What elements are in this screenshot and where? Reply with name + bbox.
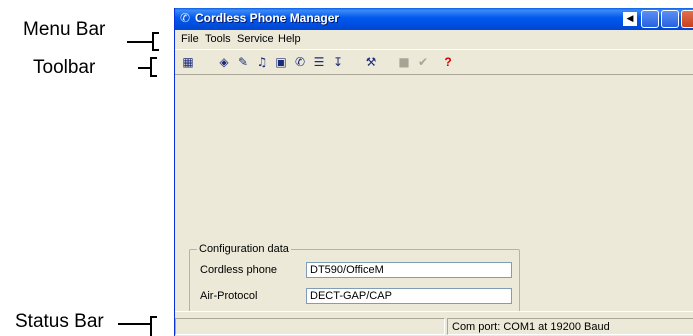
status-pane-com-port: Com port: COM1 at 19200 Baud [447, 318, 693, 335]
menu-service[interactable]: Service [237, 32, 274, 46]
help-icon[interactable]: ? [439, 53, 457, 71]
phone-app-icon: ✆ [180, 11, 191, 25]
menu-tools[interactable]: Tools [205, 32, 231, 46]
cordless-phone-field[interactable]: DT590/OfficeM [306, 262, 512, 278]
download-icon[interactable]: ↧ [329, 53, 347, 71]
back-arrow-icon[interactable]: ◀ [623, 12, 637, 26]
com-port-status: Com port: COM1 at 19200 Baud [452, 321, 610, 333]
configuration-data-group: Configuration data Cordless phone DT590/… [189, 242, 520, 313]
window-title: Cordless Phone Manager [195, 11, 340, 25]
status-pane-main [175, 318, 445, 335]
wrench-icon[interactable]: ⚒ [362, 53, 380, 71]
app-window: ✆ Cordless Phone Manager ◀ File Tools Se… [174, 8, 693, 336]
menu-help[interactable]: Help [278, 32, 301, 46]
edit-icon[interactable]: ✎ [234, 53, 252, 71]
toolbar-callout: Toolbar [33, 57, 96, 78]
menu-file[interactable]: File [181, 32, 199, 46]
status-bar: Com port: COM1 at 19200 Baud [175, 311, 693, 336]
group-title: Configuration data [197, 242, 291, 256]
minimize-button[interactable] [641, 10, 659, 28]
close-button[interactable] [681, 10, 693, 28]
eraser-icon[interactable]: ◈ [215, 53, 233, 71]
menu-bar-callout: Menu Bar [23, 19, 106, 40]
status-bar-bracket [150, 316, 157, 336]
client-area: Configuration data Cordless phone DT590/… [175, 75, 693, 313]
delete-icon[interactable]: ■ [395, 53, 413, 71]
menu-bar: File Tools Service Help [175, 30, 693, 48]
maximize-button[interactable] [661, 10, 679, 28]
phone-icon[interactable]: ✆ [291, 53, 309, 71]
status-bar-leader-line [118, 323, 150, 325]
air-protocol-field[interactable]: DECT-GAP/CAP [306, 288, 512, 304]
phonebook-icon[interactable]: ▦ [179, 53, 197, 71]
music-note-icon[interactable]: ♫ [253, 53, 271, 71]
checkmark-icon[interactable]: ✔ [414, 53, 432, 71]
toolbar: ▦ ◈ ✎ ♫ ▣ ✆ ☰ ↧ ⚒ ■ ✔ ? [175, 49, 693, 75]
air-protocol-label: Air-Protocol [200, 290, 258, 302]
form-icon[interactable]: ▣ [272, 53, 290, 71]
menu-bar-leader-line [127, 41, 152, 43]
menu-bar-bracket [152, 32, 159, 51]
list-icon[interactable]: ☰ [310, 53, 328, 71]
status-bar-callout: Status Bar [15, 311, 104, 332]
toolbar-leader-line [138, 67, 150, 69]
toolbar-bracket [150, 57, 157, 77]
title-bar[interactable]: ✆ Cordless Phone Manager ◀ [175, 8, 693, 30]
cordless-phone-label: Cordless phone [200, 264, 278, 276]
